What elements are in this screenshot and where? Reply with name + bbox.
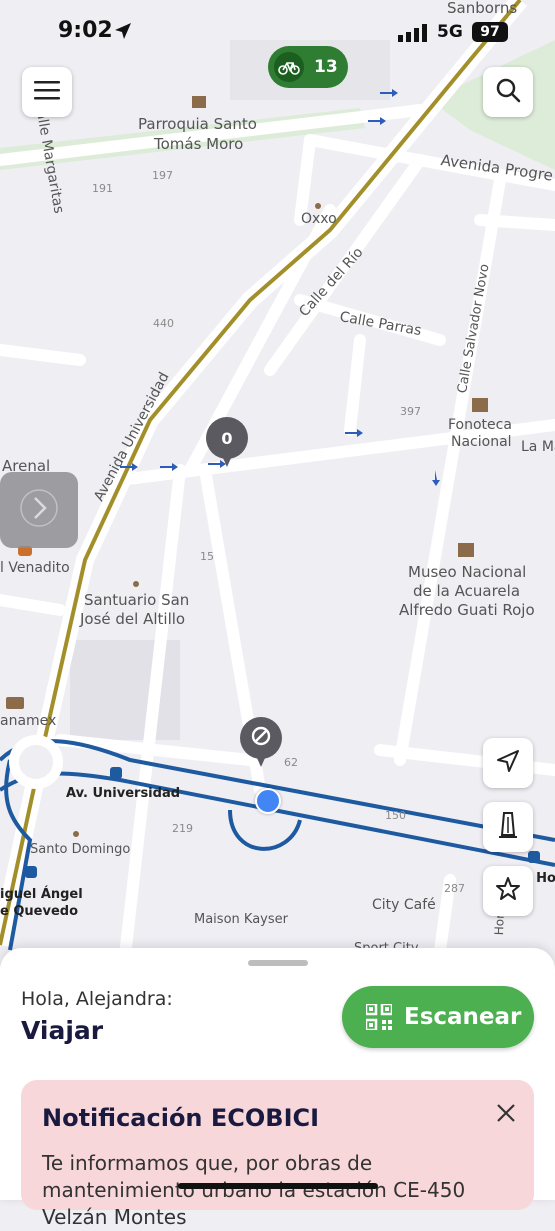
map-label-maison-kayser: Maison Kayser xyxy=(194,912,288,927)
map-label-number: 15 xyxy=(200,550,214,563)
bike-count: 13 xyxy=(314,57,338,77)
bicycle-icon xyxy=(274,52,304,82)
map-label-av-universidad-stop: Av. Universidad xyxy=(66,786,181,801)
map-label-santuario-2: José del Altillo xyxy=(80,610,186,628)
notification-title: Notificación ECOBICI xyxy=(42,1104,320,1132)
map-label-la-ma: La Ma xyxy=(521,439,555,455)
map-label-fonoteca-1: Fonoteca xyxy=(448,417,512,433)
notification-body: Te informamos que, por obras de mantenim… xyxy=(42,1151,466,1229)
close-notification-button[interactable] xyxy=(491,1100,521,1130)
map-label-number: 440 xyxy=(153,317,174,330)
location-arrow-icon xyxy=(114,22,132,44)
signal-icon xyxy=(398,24,428,46)
map-label-parroquia-2: Tomás Moro xyxy=(154,135,244,153)
map-label-number: 191 xyxy=(92,182,113,195)
station-pin-empty[interactable]: 0 xyxy=(206,417,248,469)
map-label-number: 197 xyxy=(152,169,173,182)
notification-card[interactable]: Notificación ECOBICI Te informamos que, … xyxy=(21,1080,534,1229)
search-button[interactable] xyxy=(483,67,533,117)
battery-indicator: 97 xyxy=(472,22,508,42)
scan-button[interactable]: Escanear xyxy=(342,986,534,1048)
map-label-museo-1: Museo Nacional xyxy=(408,563,527,581)
user-location-dot xyxy=(255,788,281,814)
map-label-santuario-1: Santuario San xyxy=(84,591,190,609)
search-icon xyxy=(495,77,521,107)
map-label-museo-3: Alfredo Guati Rojo xyxy=(399,601,535,619)
map-label-number: 287 xyxy=(444,882,465,895)
map-layers-button[interactable] xyxy=(483,802,533,852)
map-label-parroquia-1: Parroquia Santo xyxy=(138,115,257,133)
sheet-drag-handle[interactable] xyxy=(248,960,308,966)
chevron-right-icon xyxy=(19,488,59,532)
map-label-miguel-1: iguel Ángel xyxy=(0,887,83,902)
navigation-arrow-icon xyxy=(496,749,520,777)
hamburger-icon xyxy=(34,80,60,104)
map-label-museo-2: de la Acuarela xyxy=(413,582,521,600)
map-label-number: 397 xyxy=(400,405,421,418)
map-label-city-cafe: City Café xyxy=(372,897,436,913)
clock: 9:02 xyxy=(58,18,113,43)
no-entry-icon xyxy=(251,726,271,750)
close-icon xyxy=(496,1103,516,1127)
bottom-sheet: Hola, Alejandra: Viajar Escanear Notific… xyxy=(0,948,555,1229)
favorites-button[interactable] xyxy=(483,866,533,916)
greeting-text: Hola, Alejandra: xyxy=(21,988,173,1010)
station-pin-closed[interactable] xyxy=(240,717,282,769)
map-label-banamex: anamex xyxy=(0,713,57,729)
qr-code-icon xyxy=(366,1004,392,1030)
star-icon xyxy=(495,876,521,906)
home-indicator[interactable] xyxy=(178,1183,378,1189)
bike-station-marker[interactable]: 13 xyxy=(268,46,348,88)
map-label-number: 219 xyxy=(172,822,193,835)
map-label-santo-domingo: Santo Domingo xyxy=(30,842,131,857)
map-label-number: 150 xyxy=(385,809,406,822)
monument-icon xyxy=(496,811,520,843)
locate-me-button[interactable] xyxy=(483,738,533,788)
trip-title: Viajar xyxy=(21,1016,104,1045)
map-label-el-venadito: l Venadito xyxy=(0,560,70,576)
menu-button[interactable] xyxy=(22,67,72,117)
map-label-oxxo: Oxxo xyxy=(301,211,337,227)
network-label: 5G xyxy=(437,22,463,42)
scan-button-label: Escanear xyxy=(404,1004,522,1030)
map-label-number: 62 xyxy=(284,756,298,769)
side-panel-toggle[interactable] xyxy=(0,472,78,548)
map-label-miguel-2: e Quevedo xyxy=(0,904,78,919)
map-label-fonoteca-2: Nacional xyxy=(451,434,512,450)
